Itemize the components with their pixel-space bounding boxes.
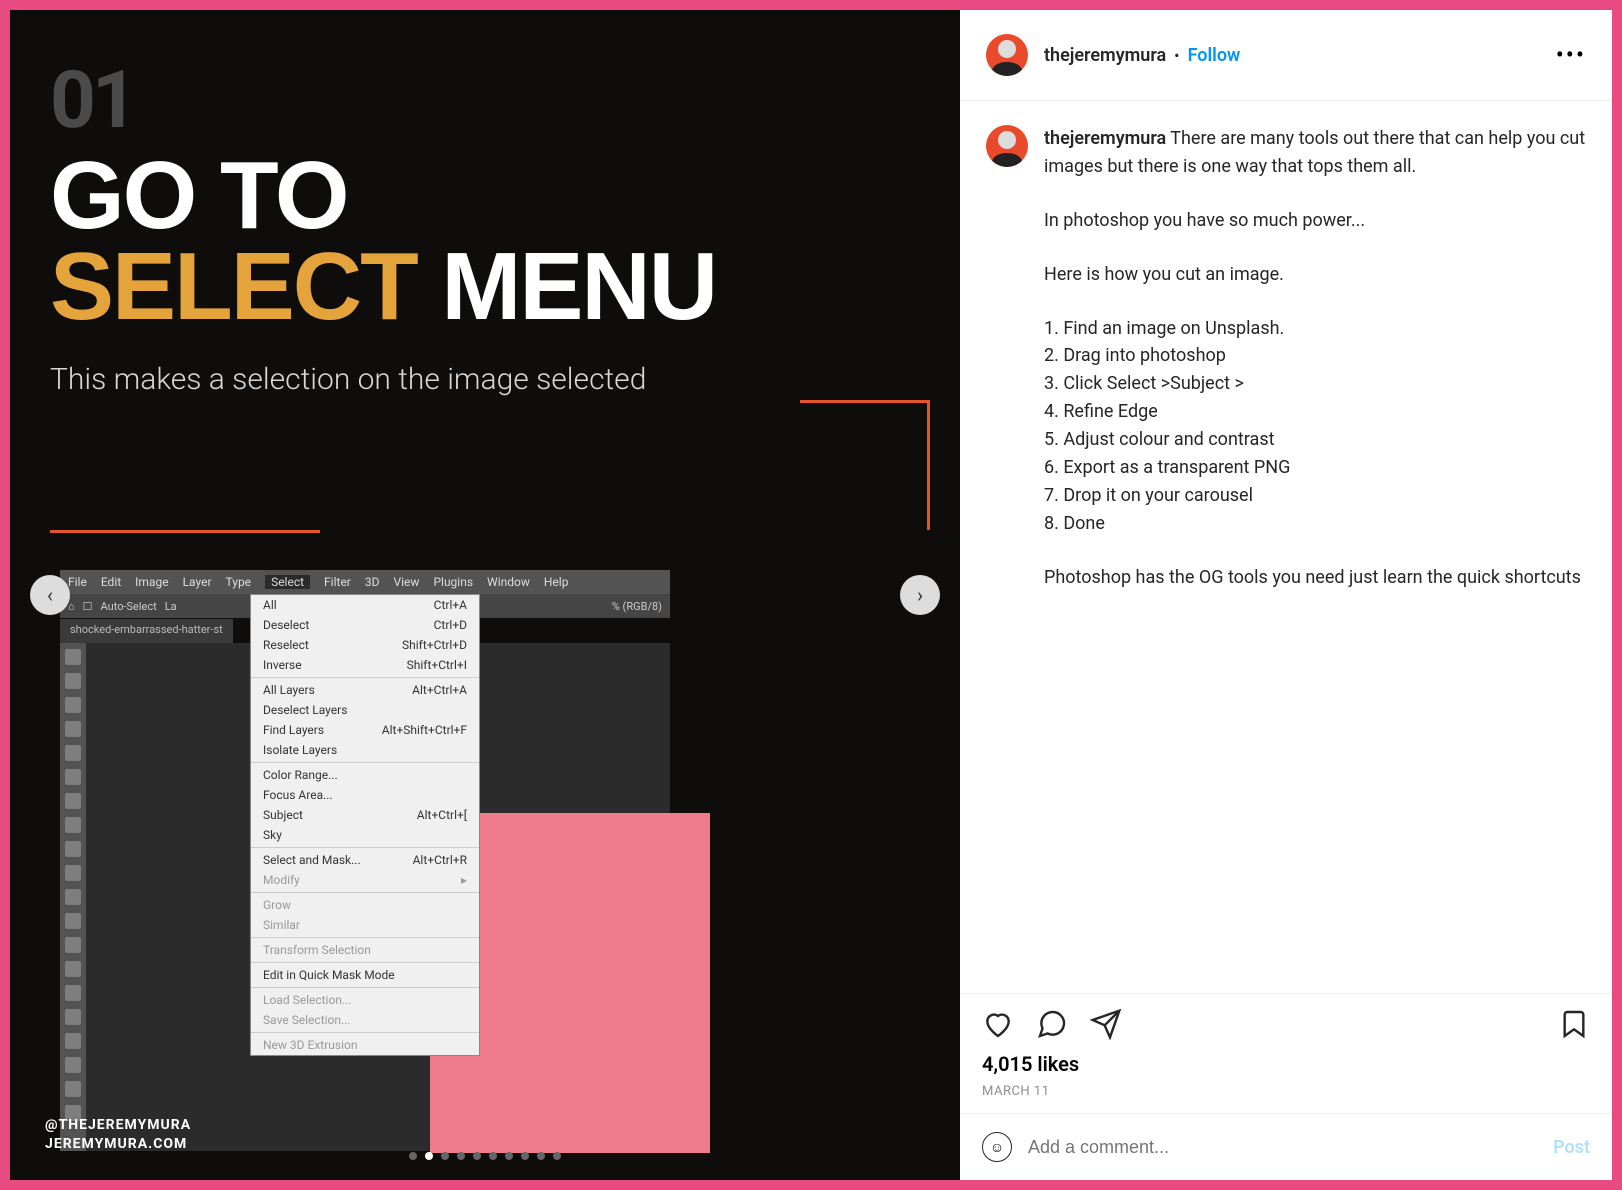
username-link[interactable]: thejeremymura — [1044, 45, 1166, 66]
decorative-rule — [50, 530, 320, 533]
carousel-slide: 01 GO TO SELECT MENU This makes a select… — [10, 10, 960, 1180]
avatar[interactable] — [986, 34, 1028, 76]
avatar[interactable] — [986, 125, 1028, 167]
photoshop-screenshot: FileEditImageLayerTypeSelectFilter3DView… — [60, 570, 670, 1150]
decorative-rule — [800, 400, 930, 530]
post-details-panel: thejeremymura • Follow ••• thejeremymura… — [960, 10, 1612, 1180]
save-icon[interactable] — [1558, 1008, 1590, 1040]
post-date: MARCH 11 — [982, 1084, 1590, 1099]
select-dropdown-menu: AllCtrl+ADeselectCtrl+DReselectShift+Ctr… — [250, 594, 480, 1056]
post-actions: 4,015 likes MARCH 11 — [960, 993, 1612, 1113]
photoshop-toolbar — [60, 643, 86, 1151]
slide-subtitle: This makes a selection on the image sele… — [50, 362, 920, 397]
photoshop-menubar: FileEditImageLayerTypeSelectFilter3DView… — [60, 570, 670, 594]
slide-footer: @THEJEREMYMURA JEREMYMURA.COM — [45, 1116, 191, 1155]
likes-count[interactable]: 4,015 likes — [982, 1052, 1590, 1076]
post-comment-button[interactable]: Post — [1553, 1137, 1590, 1158]
follow-button[interactable]: Follow — [1188, 45, 1241, 66]
carousel-next-button[interactable]: › — [900, 575, 940, 615]
emoji-button[interactable]: ☺ — [982, 1132, 1012, 1162]
carousel-dots[interactable] — [409, 1152, 561, 1160]
slide-title: GO TO SELECT MENU — [50, 150, 920, 332]
like-icon[interactable] — [982, 1008, 1014, 1040]
post-header: thejeremymura • Follow ••• — [960, 10, 1612, 101]
photoshop-doc-tab: shocked-embarrassed-hatter-st — [60, 619, 233, 643]
caption-text: thejeremymura There are many tools out t… — [1044, 125, 1586, 618]
more-options-button[interactable]: ••• — [1556, 41, 1586, 69]
comment-input[interactable] — [1028, 1137, 1537, 1158]
comment-icon[interactable] — [1036, 1008, 1068, 1040]
carousel-prev-button[interactable]: ‹ — [30, 575, 70, 615]
slide-number: 01 — [50, 60, 920, 140]
instagram-post-frame: 01 GO TO SELECT MENU This makes a select… — [0, 0, 1622, 1190]
comment-form: ☺ Post — [960, 1113, 1612, 1180]
share-icon[interactable] — [1090, 1008, 1122, 1040]
caption-area: thejeremymura There are many tools out t… — [960, 101, 1612, 993]
